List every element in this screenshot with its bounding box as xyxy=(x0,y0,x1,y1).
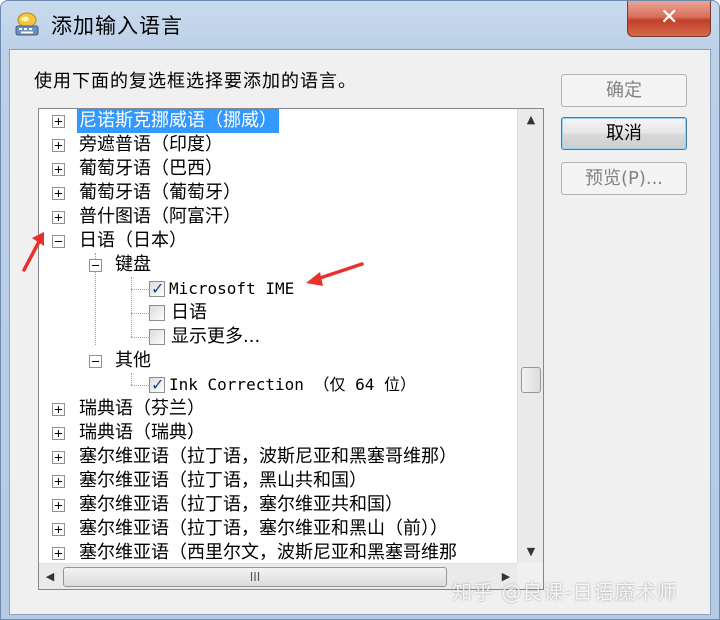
tree-item-label: 瑞典语（瑞典） xyxy=(79,422,205,443)
collapse-icon[interactable] xyxy=(89,355,102,368)
tree-connector xyxy=(131,277,132,337)
collapse-icon[interactable] xyxy=(89,259,102,272)
title-bar[interactable]: 添加输入语言 ✕ xyxy=(1,1,719,49)
tree-item-label: 塞尔维亚语（拉丁语，黑山共和国） xyxy=(79,470,367,491)
tree-item-label: 葡萄牙语（葡萄牙） xyxy=(79,182,241,203)
expand-icon[interactable] xyxy=(52,475,65,488)
tree-item-label: 旁遮普语（印度） xyxy=(79,134,223,155)
tree-item-label: 塞尔维亚语（西里尔文，波斯尼亚和黑塞哥维那 xyxy=(79,542,457,563)
expand-icon[interactable] xyxy=(52,115,65,128)
tree-connector xyxy=(131,289,149,290)
scroll-down-icon[interactable]: ▼ xyxy=(518,541,543,563)
ok-button[interactable]: 确定 xyxy=(561,74,687,107)
checkbox[interactable] xyxy=(149,277,165,301)
language-tree[interactable]: 尼诺斯克挪威语（挪威） 旁遮普语（印度） 葡萄牙语（巴西） 葡萄牙语（葡萄牙） … xyxy=(38,108,544,590)
tree-item-label: 尼诺斯克挪威语（挪威） xyxy=(77,109,279,133)
vertical-scroll-thumb[interactable] xyxy=(521,367,541,393)
expand-icon[interactable] xyxy=(52,427,65,440)
scroll-left-icon[interactable]: ◀ xyxy=(39,566,61,588)
tree-item-label: 其他 xyxy=(115,350,151,371)
expand-icon[interactable] xyxy=(52,499,65,512)
tree-item-label: 日语（日本） xyxy=(79,230,187,251)
tree-item-label: 葡萄牙语（巴西） xyxy=(79,158,223,179)
expand-icon[interactable] xyxy=(52,163,65,176)
tree-item-label: Microsoft IME xyxy=(169,279,295,298)
tree-connector xyxy=(131,313,149,314)
collapse-icon[interactable] xyxy=(52,235,65,248)
close-button[interactable]: ✕ xyxy=(627,1,711,37)
expand-icon[interactable] xyxy=(52,211,65,224)
checkbox[interactable] xyxy=(149,329,165,345)
close-icon: ✕ xyxy=(660,5,679,30)
expand-icon[interactable] xyxy=(52,139,65,152)
keyboard-globe-icon xyxy=(13,11,41,39)
expand-icon[interactable] xyxy=(52,523,65,536)
annotation-arrow-icon xyxy=(306,262,364,286)
tree-item-label: 键盘 xyxy=(115,254,151,275)
horizontal-scrollbar[interactable]: ◀ III ▶ xyxy=(39,563,517,589)
cancel-button[interactable]: 取消 xyxy=(561,117,687,150)
checkbox[interactable] xyxy=(149,305,165,321)
vertical-scrollbar[interactable]: ▲ ▼ xyxy=(517,109,543,563)
window-title: 添加输入语言 xyxy=(51,14,183,38)
preview-button[interactable]: 预览(P)... xyxy=(561,162,687,195)
watermark: 知乎 @良课-日语魔术师 xyxy=(452,580,678,604)
tree-item-label: 塞尔维亚语（拉丁语，塞尔维亚和黑山（前）） xyxy=(79,518,448,539)
scroll-up-icon[interactable]: ▲ xyxy=(518,109,543,131)
tree-item-label: 显示更多... xyxy=(171,326,261,347)
tree-item-label: 塞尔维亚语（拉丁语，波斯尼亚和黑塞哥维那） xyxy=(79,446,457,467)
horizontal-scroll-thumb[interactable]: III xyxy=(63,567,447,587)
expand-icon[interactable] xyxy=(52,187,65,200)
tree-connector xyxy=(131,385,149,386)
tree-connector xyxy=(131,373,132,385)
tree-connector xyxy=(131,337,149,338)
tree-item-label: 塞尔维亚语（拉丁语，塞尔维亚共和国） xyxy=(79,494,403,515)
instruction-text: 使用下面的复选框选择要添加的语言。 xyxy=(34,71,357,92)
checkbox[interactable] xyxy=(149,373,165,397)
annotation-arrow-icon xyxy=(22,232,44,272)
expand-icon[interactable] xyxy=(52,451,65,464)
tree-content: 尼诺斯克挪威语（挪威） 旁遮普语（印度） 葡萄牙语（巴西） 葡萄牙语（葡萄牙） … xyxy=(39,109,517,563)
expand-icon[interactable] xyxy=(52,403,65,416)
tree-item-label: 普什图语（阿富汗） xyxy=(79,206,241,227)
dialog-window: 添加输入语言 ✕ 使用下面的复选框选择要添加的语言。 确定 取消 预览(P)..… xyxy=(0,0,720,620)
expand-icon[interactable] xyxy=(52,547,65,560)
dialog-body: 使用下面的复选框选择要添加的语言。 确定 取消 预览(P)... 尼诺斯克挪威语… xyxy=(9,49,711,615)
tree-item-label: 日语 xyxy=(171,302,207,323)
tree-item-label: 瑞典语（芬兰） xyxy=(79,398,205,419)
tree-item-label: Ink Correction （仅 64 位） xyxy=(169,375,417,394)
